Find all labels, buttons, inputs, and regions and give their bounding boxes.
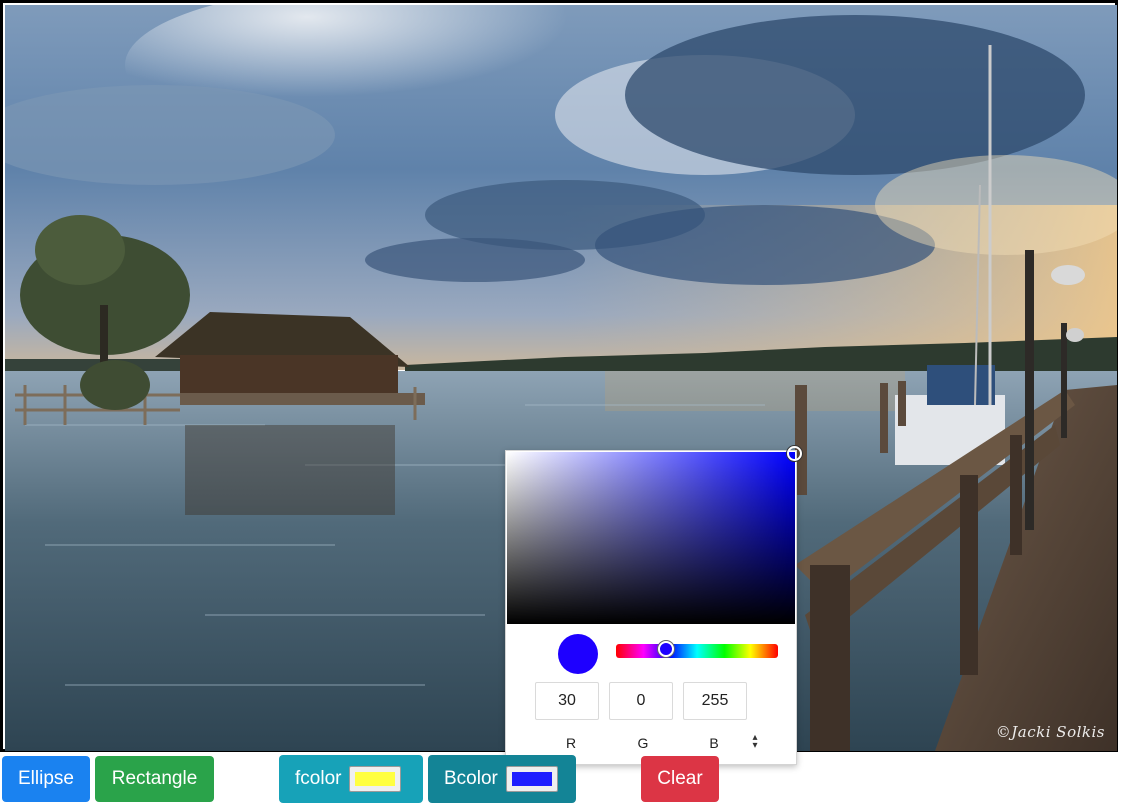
fill-color-label: fcolor (295, 768, 342, 789)
ellipse-button[interactable]: Ellipse (2, 756, 90, 802)
selected-color-preview (558, 634, 598, 674)
border-color-label: Bcolor (444, 768, 498, 789)
green-input[interactable] (609, 682, 673, 720)
clear-button[interactable]: Clear (641, 756, 719, 802)
border-color-swatch[interactable] (505, 766, 558, 792)
fill-color-swatch[interactable] (349, 766, 402, 792)
saturation-value-cursor[interactable] (787, 446, 802, 461)
hue-slider[interactable] (616, 641, 778, 658)
hue-slider-thumb[interactable] (658, 641, 675, 657)
red-label: R (565, 735, 577, 751)
saturation-value-area[interactable] (507, 446, 802, 624)
watermark-text: ©Jacki Solkis (995, 723, 1105, 741)
color-picker-popup: R G B ▴▾ (505, 446, 802, 765)
fill-color-button[interactable]: fcolor (279, 755, 423, 803)
rectangle-button[interactable]: Rectangle (95, 756, 214, 802)
border-color-button[interactable]: Bcolor (428, 755, 576, 803)
up-down-arrows-icon[interactable]: ▴ ▾ (748, 733, 762, 751)
blue-label: B (709, 735, 719, 751)
green-label: G (637, 735, 649, 751)
blue-input[interactable] (683, 682, 747, 720)
red-input[interactable] (535, 682, 599, 720)
